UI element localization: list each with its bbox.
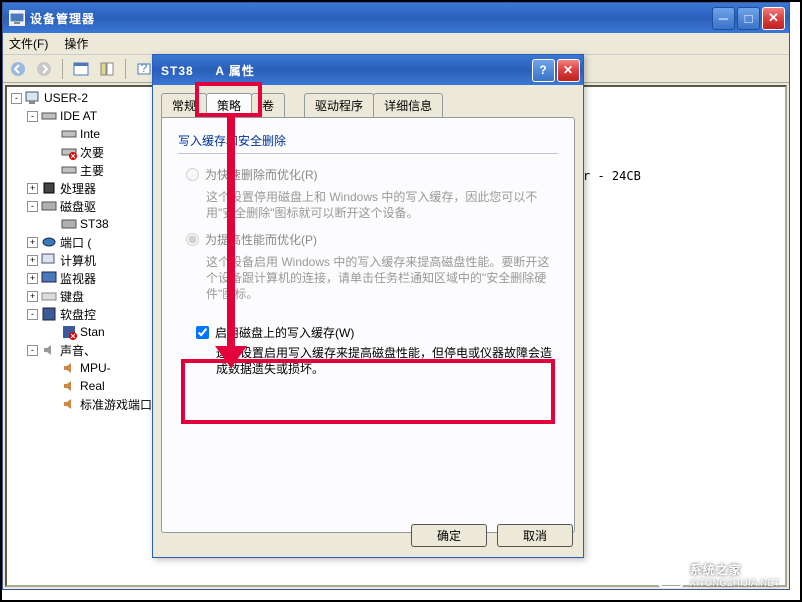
watermark: 系统之家 XITONGZHIJIA.NET — [658, 561, 780, 588]
floppy-error-icon — [61, 324, 77, 340]
menubar: 文件(F) 操作 — [3, 33, 789, 55]
tree-real[interactable]: Real — [80, 379, 105, 393]
optimize-removal-radio — [186, 168, 199, 181]
audio-icon — [61, 360, 77, 376]
maximize-button[interactable]: □ — [737, 7, 760, 30]
expand-icon[interactable]: - — [11, 93, 22, 104]
write-cache-label[interactable]: 启用磁盘上的写入缓存(W) — [215, 324, 354, 341]
expand-icon[interactable]: - — [27, 309, 38, 320]
tree-computer[interactable]: 计算机 — [60, 252, 96, 269]
hdd-icon — [61, 216, 77, 232]
watermark-logo-icon — [658, 562, 684, 588]
computer-icon — [25, 90, 41, 106]
tree-port[interactable]: 端口 ( — [60, 234, 91, 251]
clipped-device-text: r - 24CB — [583, 169, 641, 183]
group-separator — [178, 153, 558, 154]
tree-sec-channel[interactable]: 次要 — [80, 144, 104, 161]
minimize-button[interactable]: ─ — [712, 7, 735, 30]
tree-stan[interactable]: Stan — [80, 325, 105, 339]
tab-general[interactable]: 常规 — [161, 93, 207, 117]
write-cache-desc: 这个设置启用写入缓存来提高磁盘性能，但停电或仪器故障会造成数据遗失或损坏。 — [216, 345, 558, 377]
computer-node-icon — [41, 252, 57, 268]
write-cache-checkbox[interactable] — [196, 326, 209, 339]
dialog-close-button[interactable]: ✕ — [557, 59, 580, 82]
optimize-removal-row: 为快速删除而优化(R) — [178, 166, 558, 183]
tree-pri-channel[interactable]: 主要 — [80, 162, 104, 179]
tab-driver[interactable]: 驱动程序 — [304, 93, 374, 117]
dialog-buttons: 确定 取消 — [411, 524, 573, 547]
channel-error-icon — [61, 144, 77, 160]
dialog-title: ST38 A 属性 — [161, 62, 532, 79]
tree-sound[interactable]: 声音、 — [60, 342, 96, 359]
optimize-performance-radio — [186, 233, 199, 246]
main-titlebar: 设备管理器 ─ □ ✕ — [3, 3, 789, 33]
back-button[interactable] — [7, 58, 29, 80]
keyboard-icon — [41, 288, 57, 304]
expand-icon[interactable]: - — [27, 111, 38, 122]
tree-ide[interactable]: IDE AT — [60, 109, 97, 123]
dialog-titlebar: ST38 A 属性 ? ✕ — [153, 55, 583, 85]
watermark-brand: 系统之家 — [690, 561, 780, 578]
optimize-performance-row: 为提高性能而优化(P) — [178, 231, 558, 248]
window-controls: ─ □ ✕ — [712, 7, 789, 30]
tree-disk[interactable]: 磁盘驱 — [60, 198, 96, 215]
sound-icon — [41, 342, 57, 358]
tree-intel[interactable]: Inte — [80, 127, 100, 141]
dialog-help-button[interactable]: ? — [532, 59, 555, 82]
tree-cpu[interactable]: 处理器 — [60, 180, 96, 197]
audio-icon — [61, 378, 77, 394]
expand-icon[interactable]: + — [27, 273, 38, 284]
optimize-removal-label: 为快速删除而优化(R) — [205, 166, 318, 183]
tree-button[interactable] — [96, 58, 118, 80]
forward-button[interactable] — [33, 58, 55, 80]
svg-text:?: ? — [141, 61, 148, 75]
expand-icon[interactable]: + — [27, 183, 38, 194]
toolbar-separator — [62, 59, 63, 79]
tree-keyboard[interactable]: 键盘 — [60, 288, 84, 305]
menu-file[interactable]: 文件(F) — [9, 35, 48, 52]
monitor-icon — [41, 270, 57, 286]
expand-icon[interactable]: + — [27, 291, 38, 302]
floppy-icon — [41, 306, 57, 322]
tree-floppy[interactable]: 软盘控 — [60, 306, 96, 323]
optimize-removal-desc: 这个设置停用磁盘上和 Windows 中的写入缓存，因此您可以不用"安全删除"图… — [206, 189, 558, 221]
toolbar-separator-2 — [125, 59, 126, 79]
menu-action[interactable]: 操作 — [64, 35, 88, 52]
cpu-icon — [41, 180, 57, 196]
controller-icon — [61, 126, 77, 142]
port-icon — [41, 234, 57, 250]
tree-game[interactable]: 标准游戏端口 — [80, 396, 152, 413]
channel-icon — [61, 162, 77, 178]
tree-st38[interactable]: ST38 — [80, 217, 109, 231]
view-button[interactable] — [70, 58, 92, 80]
disk-icon — [41, 198, 57, 214]
watermark-url: XITONGZHIJIA.NET — [690, 578, 780, 588]
tree-monitor[interactable]: 监视器 — [60, 270, 96, 287]
tab-volumes[interactable]: 卷 — [251, 93, 285, 117]
tab-body: 写入缓存和安全删除 为快速删除而优化(R) 这个设置停用磁盘上和 Windows… — [161, 117, 575, 533]
expand-icon[interactable]: - — [27, 345, 38, 356]
optimize-performance-desc: 这个设备启用 Windows 中的写入缓存来提高磁盘性能。要断开这个设备跟计算机… — [206, 254, 558, 302]
close-button[interactable]: ✕ — [762, 7, 785, 30]
tree-root[interactable]: USER-2 — [44, 91, 88, 105]
expand-icon[interactable]: - — [27, 201, 38, 212]
expand-icon[interactable]: + — [27, 255, 38, 266]
optimize-performance-label: 为提高性能而优化(P) — [205, 231, 317, 248]
write-cache-row: 启用磁盘上的写入缓存(W) — [178, 324, 558, 341]
tab-strip: 常规 策略 卷 驱动程序 详细信息 — [161, 93, 575, 117]
main-window-title: 设备管理器 — [30, 10, 712, 27]
tree-mpu[interactable]: MPU- — [80, 361, 111, 375]
audio-icon — [61, 396, 77, 412]
expand-icon[interactable]: + — [27, 237, 38, 248]
tab-policy[interactable]: 策略 — [206, 93, 252, 115]
properties-dialog: ST38 A 属性 ? ✕ 常规 策略 卷 驱动程序 详细信息 写入缓存和安全删… — [152, 54, 584, 558]
tab-details[interactable]: 详细信息 — [373, 93, 443, 117]
group-title: 写入缓存和安全删除 — [178, 132, 558, 149]
app-icon — [9, 10, 25, 26]
ide-icon — [41, 108, 57, 124]
ok-button[interactable]: 确定 — [411, 524, 487, 547]
cancel-button[interactable]: 取消 — [497, 524, 573, 547]
